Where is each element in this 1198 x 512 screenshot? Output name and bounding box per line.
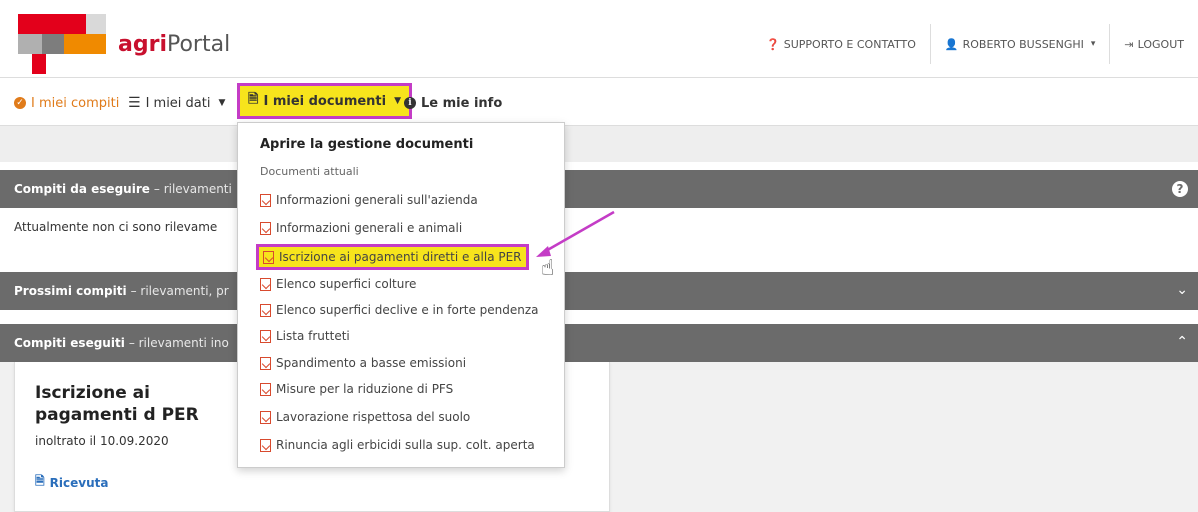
hand-pointer-icon: ☝ [541,256,555,281]
menu-item-label: Spandimento a basse emissioni [276,356,467,370]
background-strip [0,362,14,512]
receipt-label: Ricevuta [49,475,109,490]
logout-link[interactable]: ⇥ LOGOUT [1109,24,1198,64]
background-area [610,362,1198,512]
agriportal-logo[interactable] [18,14,128,76]
menu-item-label: Misure per la riduzione di PFS [276,382,454,396]
card-title: Iscrizione ai pagamenti d PER [35,383,199,425]
pdf-file-icon [260,193,271,207]
check-circle-icon: ✓ [14,97,26,109]
menu-item-document[interactable]: Spandimento a basse emissioni [260,352,466,374]
caret-down-icon: ▾ [1090,39,1096,49]
header: agriPortal ❓ SUPPORTO E CONTATTO 👤 ROBER… [0,0,1198,78]
menu-item-label: Informazioni generali sull'azienda [276,193,478,207]
menu-item-document[interactable]: Informazioni generali sull'azienda [260,189,478,211]
card-date: inoltrato il 10.09.2020 [35,434,169,448]
chevron-down-icon[interactable]: ⌄ [1176,282,1188,298]
chevron-up-icon[interactable]: ⌃ [1176,334,1188,350]
panel-completed-tasks-title: Compiti eseguiti [14,336,125,350]
no-tasks-text: Attualmente non ci sono rilevame [14,220,218,234]
file-icon: 🗎 [35,474,45,488]
menu-item-label: Lavorazione rispettosa del suolo [276,410,471,424]
open-document-management-link[interactable]: Aprire la gestione documenti [260,137,473,152]
caret-down-icon: ▼ [394,96,402,106]
panel-completed-tasks-subtitle: – rilevamenti ino [128,336,229,350]
pdf-file-icon [260,382,271,396]
list-icon: ☰ [128,95,141,111]
nav-my-info-label: Le mie info [421,95,503,111]
panel-next-tasks-subtitle: – rilevamenti, pr [130,284,229,298]
support-link[interactable]: ❓ SUPPORTO E CONTATTO [752,24,930,64]
menu-item-label: Lista frutteti [276,329,350,343]
nav-my-data-label: I miei dati [145,95,211,111]
nav-my-documents-label: I miei documenti [263,93,387,109]
nav-my-tasks-label: I miei compiti [31,95,120,111]
top-links: ❓ SUPPORTO E CONTATTO 👤 ROBERTO BUSSENGH… [752,24,1198,64]
main-nav: ✓ I miei compiti ☰ I miei dati ▼ 🗎 I mie… [0,78,1198,126]
receipt-link[interactable]: 🗎 Ricevuta [35,472,108,493]
menu-item-document[interactable]: Elenco superfici colture [260,273,416,295]
brand-title: agriPortal [118,32,231,57]
menu-item-label: Rinuncia agli erbicidi sulla sup. colt. … [276,438,535,452]
menu-item-document-highlighted[interactable]: Iscrizione ai pagamenti diretti e alla P… [256,244,529,270]
pdf-file-icon [260,303,271,317]
caret-down-icon: ▼ [218,98,226,108]
user-icon: 👤 [944,37,959,51]
panel-tasks-todo[interactable]: Compiti da eseguire – rilevamenti ? [0,170,1198,208]
pdf-file-icon [260,277,271,291]
menu-item-label: Elenco superfici declive e in forte pend… [276,303,539,317]
menu-item-label: Informazioni generali e animali [276,221,463,235]
current-documents-heading: Documenti attuali [260,165,359,178]
pdf-file-icon [260,438,271,452]
file-icon: 🗎 [248,92,259,107]
nav-my-tasks[interactable]: ✓ I miei compiti [14,88,119,118]
user-menu[interactable]: 👤 ROBERTO BUSSENGHI ▾ [929,24,1110,64]
sign-out-icon: ⇥ [1124,37,1134,51]
panel-tasks-todo-subtitle: – rilevamenti [153,182,232,196]
menu-item-label: Elenco superfici colture [276,277,417,291]
panel-completed-tasks[interactable]: Compiti eseguiti – rilevamenti ino ⌃ [0,324,1198,362]
nav-my-documents[interactable]: 🗎 I miei documenti ▼ [237,83,413,119]
menu-item-document[interactable]: Elenco superfici declive e in forte pend… [260,299,539,321]
question-circle-icon: ❓ [766,37,780,51]
pdf-file-icon [260,221,271,235]
documents-dropdown-menu: Aprire la gestione documenti Documenti a… [237,122,565,468]
pdf-file-icon [263,250,274,264]
menu-item-document[interactable]: Rinuncia agli erbicidi sulla sup. colt. … [260,434,535,456]
menu-item-document[interactable]: Informazioni generali e animali [260,217,462,239]
logout-label: LOGOUT [1137,37,1184,51]
menu-item-document[interactable]: Lista frutteti [260,325,350,347]
menu-item-document[interactable]: Misure per la riduzione di PFS [260,378,453,400]
nav-my-data[interactable]: ☰ I miei dati ▼ [128,88,225,118]
panel-tasks-todo-title: Compiti da eseguire [14,182,150,196]
nav-my-info[interactable]: i Le mie info [404,88,502,118]
panel-next-tasks-title: Prossimi compiti [14,284,127,298]
info-icon: i [404,97,416,109]
user-label: ROBERTO BUSSENGHI [962,37,1084,51]
menu-item-document[interactable]: Lavorazione rispettosa del suolo [260,406,470,428]
panel-next-tasks[interactable]: Prossimi compiti – rilevamenti, pr ⌄ [0,272,1198,310]
pdf-file-icon [260,410,271,424]
support-label: SUPPORTO E CONTATTO [783,37,916,51]
help-icon[interactable]: ? [1172,181,1188,197]
pdf-file-icon [260,356,271,370]
pdf-file-icon [260,329,271,343]
menu-item-label: Iscrizione ai pagamenti diretti e alla P… [279,250,522,264]
content-spacer [0,126,1198,162]
